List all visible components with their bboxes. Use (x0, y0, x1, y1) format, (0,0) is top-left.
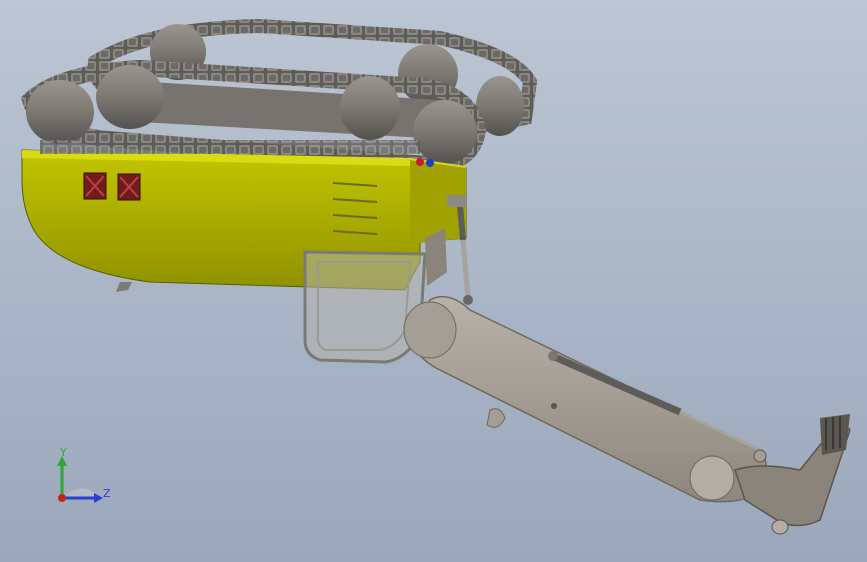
red-indicator (416, 158, 424, 166)
bucket-pin (771, 519, 789, 535)
triad-z-label: Z (103, 487, 111, 500)
bucket[interactable] (734, 414, 851, 535)
cylinder-pin (463, 295, 473, 305)
cylinder-clevis (447, 195, 467, 207)
triad-y-label: Y (59, 446, 67, 459)
triad-x-axis (58, 494, 66, 502)
boom-end-pivot (689, 455, 735, 501)
mount-plate (425, 228, 447, 286)
under-bracket (116, 282, 132, 292)
boom-bolt (551, 403, 557, 409)
front-roller-4 (413, 100, 477, 164)
boom-lug (486, 408, 506, 428)
orientation-triad[interactable]: Y Z (57, 446, 111, 503)
bucket-link (753, 449, 767, 463)
boom-arm[interactable] (403, 295, 768, 503)
front-roller-1 (26, 80, 94, 144)
boom-cylinder-pin (548, 351, 558, 361)
front-roller-2 (96, 65, 164, 129)
triad-z-arrow (94, 493, 103, 503)
lower-track-strip (40, 140, 420, 154)
graphics-viewport[interactable]: Y Z (0, 0, 867, 562)
blue-indicator (426, 159, 434, 167)
front-roller-3 (340, 76, 400, 140)
cad-model-scene[interactable]: Y Z (0, 0, 867, 562)
bucket-teeth (820, 414, 850, 455)
boom-pivot (403, 301, 457, 359)
